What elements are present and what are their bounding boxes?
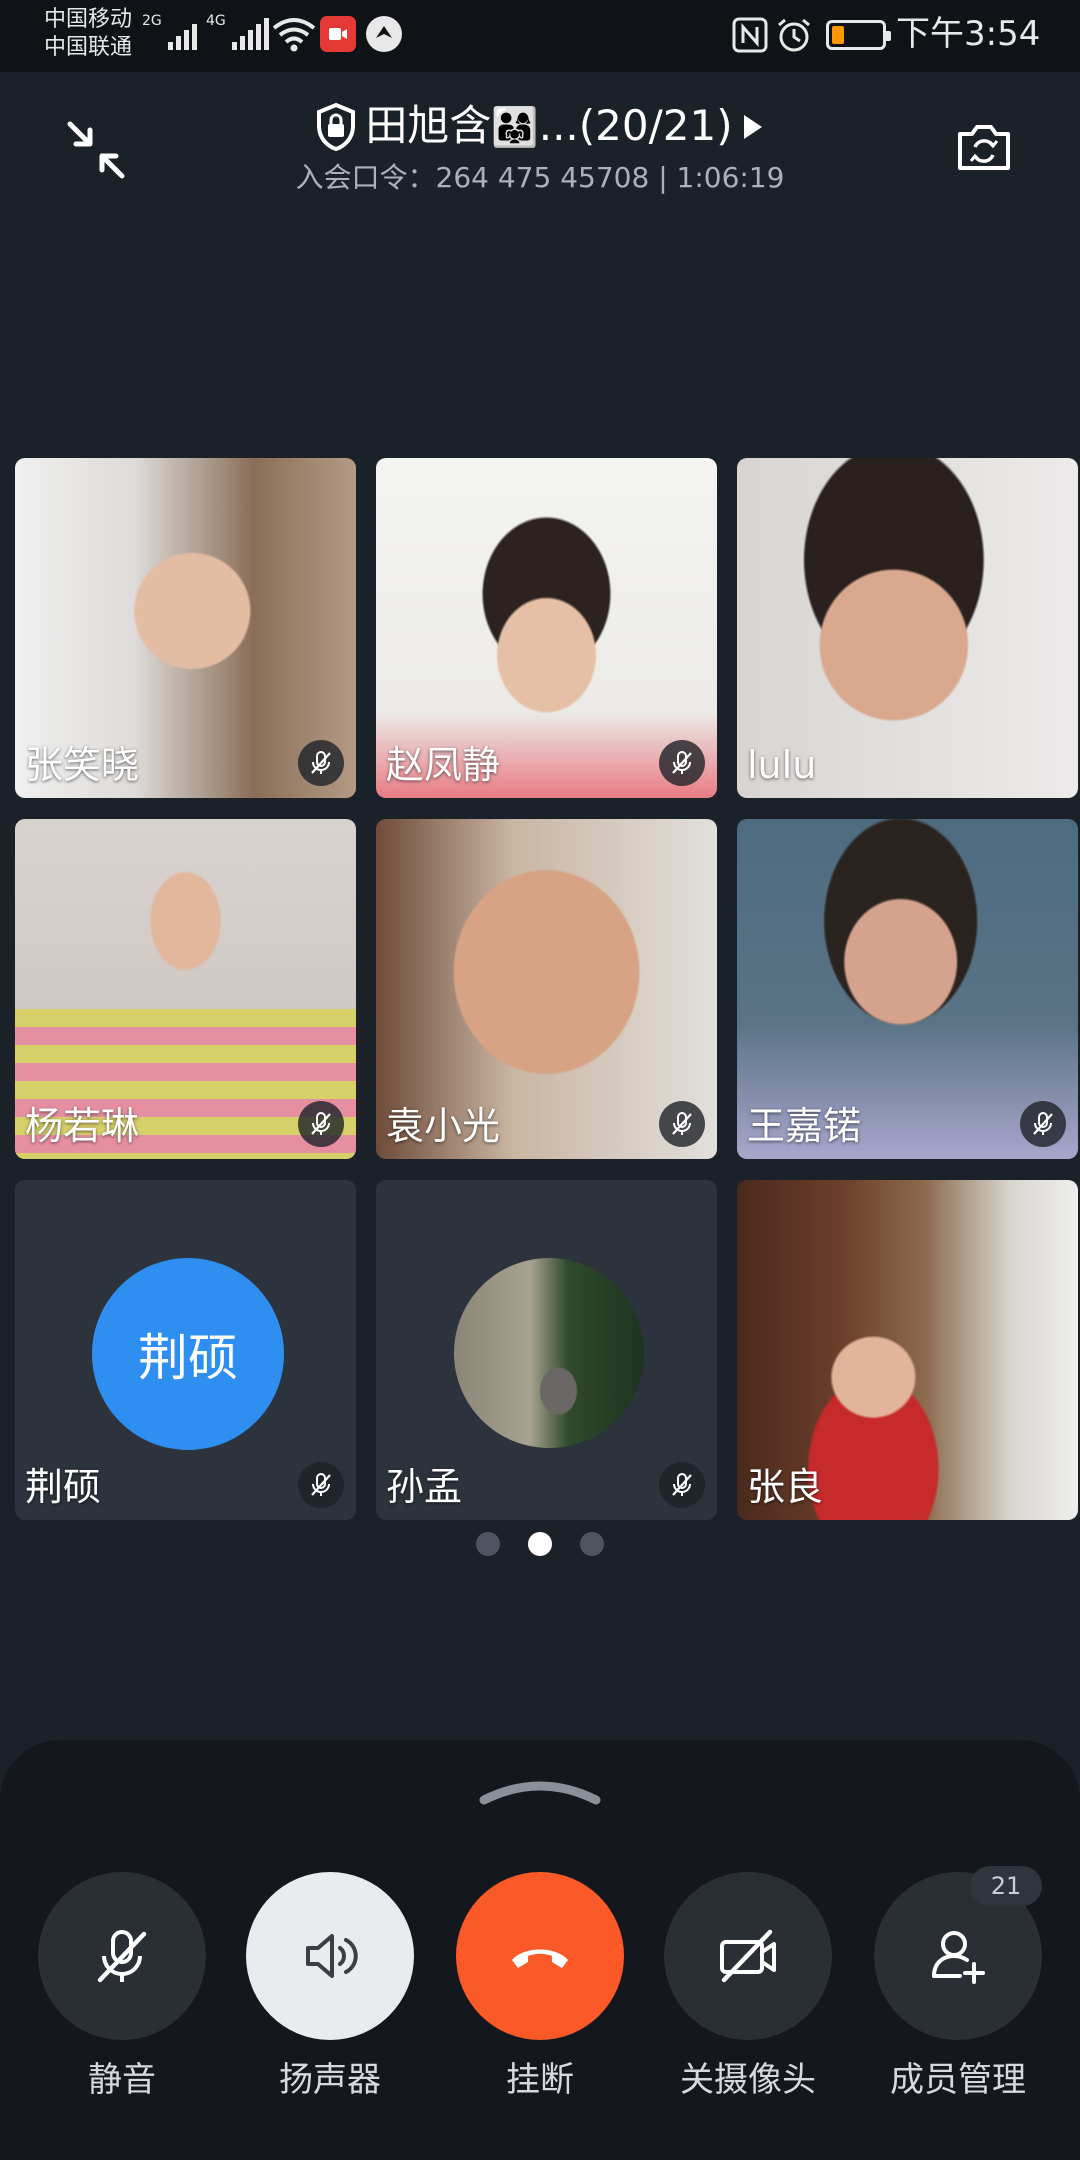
speaker-label: 扬声器 xyxy=(279,2060,381,2100)
meeting-info-separator: | xyxy=(658,161,668,194)
mic-muted-icon xyxy=(298,740,344,786)
add-member-icon xyxy=(932,1931,985,1984)
avatar xyxy=(454,1258,644,1448)
status-clock: 下午3:54 xyxy=(896,14,1041,54)
camera-off-button[interactable] xyxy=(664,1872,832,2040)
avatar: 荆硕 xyxy=(92,1258,284,1450)
participant-tile[interactable]: 袁小光 xyxy=(376,819,717,1159)
signal-2-icon: 4G xyxy=(206,14,269,50)
participant-name: 赵凤静 xyxy=(386,743,501,787)
status-bar: 中国移动 中国联通 2G 4G 下午3:54 xyxy=(0,0,1080,72)
wifi-icon xyxy=(272,18,316,52)
participant-name: 荆硕 xyxy=(25,1465,102,1509)
participant-name: 杨若琳 xyxy=(25,1104,140,1148)
page-dot[interactable] xyxy=(580,1532,604,1556)
mic-muted-icon xyxy=(298,1462,344,1508)
carrier-labels: 中国移动 中国联通 xyxy=(44,6,132,62)
participant-name: 张良 xyxy=(747,1465,824,1509)
hangup-label: 挂断 xyxy=(506,2060,574,2100)
participant-tile[interactable]: 孙孟 xyxy=(376,1180,717,1520)
mic-off-icon xyxy=(97,1930,147,1983)
participant-tile[interactable]: 张笑晓 xyxy=(15,458,356,798)
alarm-icon xyxy=(778,18,810,52)
meeting-duration: 1:06:19 xyxy=(676,161,785,194)
participant-tile[interactable]: 王嘉锘 xyxy=(737,819,1078,1159)
participant-tile[interactable]: 张良 xyxy=(737,1180,1078,1520)
screen-record-icon xyxy=(320,16,356,52)
sim2-network-label: 4G xyxy=(206,13,226,29)
member-count-badge: 21 xyxy=(970,1866,1042,1906)
participant-tile[interactable]: lulu xyxy=(737,458,1078,798)
meeting-code: 264 475 45708 xyxy=(435,161,650,194)
hangup-icon xyxy=(512,1949,568,1968)
sim1-network-label: 2G xyxy=(142,13,162,29)
app-notification-icon xyxy=(366,16,402,52)
meeting-code-label: 入会口令： xyxy=(295,161,436,194)
carrier-2: 中国联通 xyxy=(44,35,133,60)
family-emoji: 👨‍👩‍👧 xyxy=(491,105,539,149)
participant-name: lulu xyxy=(747,743,817,787)
page-dot[interactable] xyxy=(476,1532,500,1556)
hangup-button[interactable] xyxy=(456,1872,624,2040)
participant-tile[interactable]: 杨若琳 xyxy=(15,819,356,1159)
meeting-info: 入会口令：264 475 45708 | 1:06:19 xyxy=(0,160,1080,196)
mute-label: 静音 xyxy=(88,2060,156,2100)
participant-name: 王嘉锘 xyxy=(747,1104,862,1148)
switch-camera-button[interactable] xyxy=(954,118,1014,176)
mic-muted-icon xyxy=(659,1462,705,1508)
signal-1-icon: 2G xyxy=(142,14,197,50)
meeting-title-text: 田旭含👨‍👩‍👧...(20/21) xyxy=(365,100,732,153)
participant-name: 袁小光 xyxy=(386,1104,501,1148)
member-management-label: 成员管理 xyxy=(890,2060,1026,2100)
participant-name: 张笑晓 xyxy=(25,743,140,787)
camera-off-icon xyxy=(720,1929,776,1983)
mic-muted-icon xyxy=(659,740,705,786)
shield-lock-icon xyxy=(317,102,356,151)
speaker-icon xyxy=(306,1934,358,1978)
participant-count: ...(20/21) xyxy=(538,101,733,150)
play-arrow-icon xyxy=(743,114,762,139)
participant-tile[interactable]: 荆硕 荆硕 xyxy=(15,1180,356,1520)
mic-muted-icon xyxy=(1020,1101,1066,1147)
speaker-button[interactable] xyxy=(246,1872,414,2040)
expand-panel-handle[interactable] xyxy=(478,1778,602,1806)
participant-name: 孙孟 xyxy=(386,1465,463,1509)
mic-muted-icon xyxy=(659,1101,705,1147)
carrier-1: 中国移动 xyxy=(44,7,133,32)
page-indicator[interactable] xyxy=(0,1532,1080,1556)
mic-muted-icon xyxy=(298,1101,344,1147)
battery-icon xyxy=(826,20,891,50)
camera-off-label: 关摄像头 xyxy=(680,2060,816,2100)
host-name: 田旭含 xyxy=(365,101,492,150)
nfc-icon xyxy=(732,17,768,53)
meeting-title[interactable]: 田旭含👨‍👩‍👧...(20/21) xyxy=(0,100,1080,153)
mute-button[interactable] xyxy=(38,1872,206,2040)
page-dot-active[interactable] xyxy=(528,1532,552,1556)
participant-tile[interactable]: 赵凤静 xyxy=(376,458,717,798)
